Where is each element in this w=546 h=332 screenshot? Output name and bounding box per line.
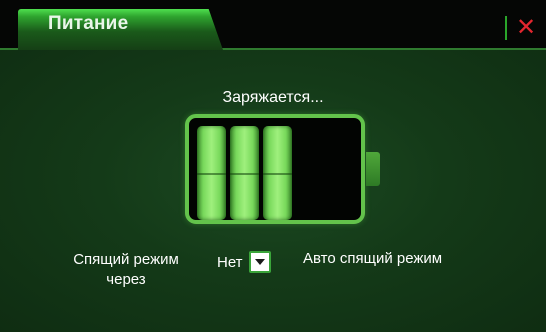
sleep-timer-dropdown[interactable]: Нет bbox=[213, 250, 271, 274]
close-button[interactable]: ✕ bbox=[513, 14, 539, 42]
battery-icon bbox=[185, 114, 365, 224]
sleep-timer-label: Спящий режим через bbox=[73, 251, 179, 288]
battery-terminal bbox=[366, 152, 380, 186]
power-window: Питание ✕ Заряжается... Спящий режим чер… bbox=[0, 0, 546, 332]
close-icon: ✕ bbox=[515, 14, 537, 41]
charging-status: Заряжается... bbox=[222, 89, 324, 106]
dropdown-toggle-button[interactable] bbox=[248, 251, 271, 273]
content-area: Заряжается... Спящий режим через Нет Авт… bbox=[0, 50, 546, 332]
tab-power-label: Питание bbox=[48, 13, 129, 34]
sleep-timer-value: Нет bbox=[217, 253, 243, 271]
title-bar: Питание ✕ bbox=[0, 0, 546, 50]
battery-cell bbox=[230, 126, 259, 220]
battery-cell bbox=[263, 126, 292, 220]
auto-sleep-label: Авто спящий режим bbox=[303, 250, 443, 267]
battery-cell bbox=[197, 126, 226, 220]
chevron-down-icon bbox=[254, 259, 265, 265]
title-bar-divider bbox=[505, 16, 507, 40]
